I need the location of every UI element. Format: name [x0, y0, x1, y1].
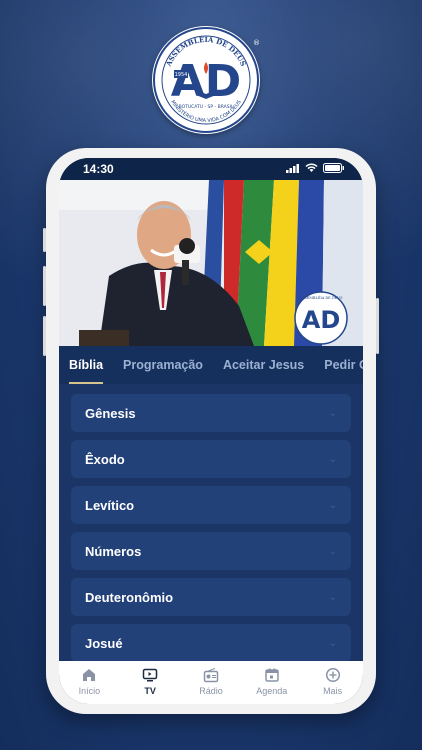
tabbar-label: TV: [144, 686, 156, 696]
bible-books-list: Gênesis ⌄ Êxodo ⌄ Levítico ⌄ Números ⌄ D…: [71, 394, 351, 670]
svg-text:1954: 1954: [175, 72, 188, 78]
svg-text:ASSEMBLÉIA DE DEUS: ASSEMBLÉIA DE DEUS: [298, 295, 343, 300]
home-icon: [83, 669, 96, 681]
chevron-down-icon: ⌄: [328, 499, 337, 511]
svg-text:®: ®: [253, 39, 260, 47]
list-item[interactable]: Números ⌄: [71, 532, 351, 570]
book-label: Gênesis: [85, 405, 136, 421]
tabbar-mais[interactable]: Mais: [305, 667, 360, 696]
tabbar-agenda[interactable]: Agenda: [244, 667, 299, 696]
phone-power-button: [376, 298, 379, 354]
phone-frame: 14:30 AD ASSEMBLÉIA DE DEUS Bíblia Progr…: [43, 148, 379, 714]
list-item[interactable]: Deuteronômio ⌄: [71, 578, 351, 616]
list-item[interactable]: Gênesis ⌄: [71, 394, 351, 432]
status-time: 14:30: [83, 162, 114, 176]
tab-programacao[interactable]: Programação: [113, 346, 213, 384]
list-item[interactable]: Josué ⌄: [71, 624, 351, 662]
section-tabs: Bíblia Programação Aceitar Jesus Pedir O…: [59, 346, 363, 384]
tv-icon: [142, 668, 158, 682]
svg-text:BOTUCATU - SP - BRASIL: BOTUCATU - SP - BRASIL: [179, 104, 234, 110]
tabbar-label: Início: [78, 686, 101, 696]
phone-volume-up: [43, 266, 46, 306]
tabbar-label: Mais: [323, 686, 343, 696]
tabbar-tv[interactable]: TV: [123, 667, 178, 696]
list-item[interactable]: Êxodo ⌄: [71, 440, 351, 478]
battery-icon: [323, 163, 344, 173]
wifi-icon: [305, 163, 318, 172]
tab-biblia[interactable]: Bíblia: [59, 346, 113, 384]
signal-icon: [286, 163, 299, 173]
svg-text:AD: AD: [302, 306, 341, 334]
chevron-down-icon: ⌄: [328, 637, 337, 649]
tabbar-label: Agenda: [256, 686, 288, 696]
chevron-down-icon: ⌄: [328, 407, 337, 419]
status-bar: 14:30: [59, 158, 363, 180]
tabbar-inicio[interactable]: Início: [62, 667, 117, 696]
app-screen: 14:30 AD ASSEMBLÉIA DE DEUS Bíblia Progr…: [59, 158, 363, 704]
radio-icon: [203, 668, 219, 683]
chevron-down-icon: ⌄: [328, 453, 337, 465]
tab-pedir-oracao[interactable]: Pedir Or: [314, 346, 363, 384]
book-label: Números: [85, 543, 142, 559]
phone-side-button: [43, 228, 46, 252]
book-label: Levítico: [85, 497, 135, 513]
book-label: Deuteronômio: [85, 589, 174, 605]
calendar-icon: [265, 668, 279, 682]
hero-photo: AD ASSEMBLÉIA DE DEUS: [59, 180, 363, 346]
list-item[interactable]: Levítico ⌄: [71, 486, 351, 524]
chevron-down-icon: ⌄: [328, 591, 337, 603]
bottom-tab-bar: Início TV Rádio Agenda Mais: [59, 661, 363, 704]
tab-aceitar-jesus[interactable]: Aceitar Jesus: [213, 346, 314, 384]
plus-circle-icon: [325, 667, 340, 683]
book-label: Êxodo: [85, 451, 125, 467]
phone-volume-down: [43, 316, 46, 356]
tabbar-label: Rádio: [199, 686, 223, 696]
church-logo: ASSEMBLÉIA DE DEUS MINISTÉRIO UMA VIDA C…: [152, 26, 260, 134]
tabbar-radio[interactable]: Rádio: [183, 667, 238, 696]
chevron-down-icon: ⌄: [328, 545, 337, 557]
book-label: Josué: [85, 635, 123, 651]
